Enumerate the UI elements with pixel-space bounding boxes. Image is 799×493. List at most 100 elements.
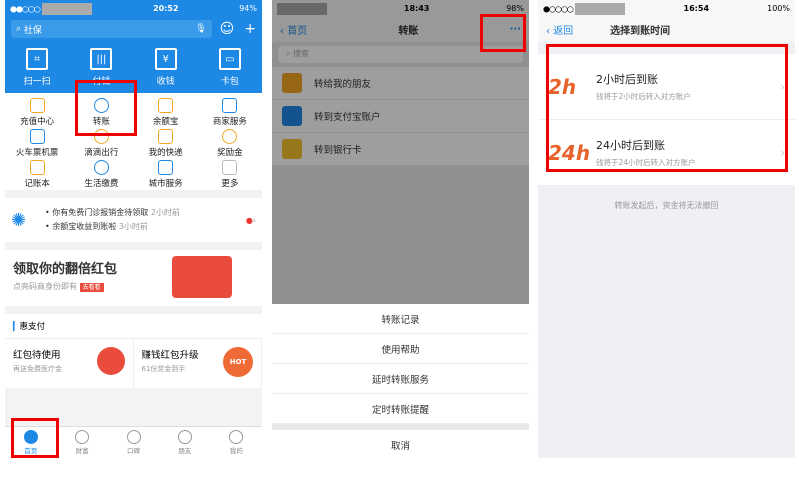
option-sub: 钱将于24小时后转入对方账户 (596, 158, 696, 167)
mascot-icon: ✺ (11, 209, 27, 231)
grid-item-ledger[interactable]: 记账本 (5, 157, 69, 189)
option-title: 24小时后到账 (596, 139, 665, 152)
building-icon (158, 160, 174, 175)
promo-card-redpacket[interactable]: 红包待使用 再送免费医疗金 (5, 339, 134, 388)
nav-bar: ‹ 返回 选择到账时间 (538, 17, 795, 42)
grid-label: 生活缴费 (84, 179, 119, 189)
contacts-icon[interactable]: ☺ (220, 21, 235, 37)
service-grid: 充值中心 转账 余额宝 商家服务 火车票机票 滴滴出行 我的快递 奖励金 记账本… (5, 93, 262, 190)
shop-icon (222, 98, 238, 113)
grid-item-more[interactable]: 更多 (198, 157, 262, 189)
ledger-icon (29, 160, 45, 175)
sheet-item-help[interactable]: 使用帮助 (272, 334, 529, 364)
carrier-redacted (575, 2, 626, 15)
grid-item-didi[interactable]: 滴滴出行 (69, 126, 133, 158)
grid-item-recharge[interactable]: 充值中心 (5, 95, 69, 127)
card-title: 红包待使用 (13, 350, 61, 361)
sheet-item-reminder[interactable]: 定时转账提醒 (272, 394, 529, 424)
search-text: 社保 (23, 25, 42, 36)
grid-item-city[interactable]: 城市服务 (134, 157, 198, 189)
grid-item-utilities[interactable]: 生活缴费 (69, 157, 133, 189)
friends-icon (177, 430, 192, 444)
tile-scan[interactable]: ⌗ 扫一扫 (10, 45, 65, 89)
grid-item-yuebao[interactable]: 余额宝 (134, 95, 198, 127)
option-title: 2小时后到账 (596, 73, 658, 86)
lightning-icon (93, 160, 109, 175)
2h-icon: 2h (548, 74, 577, 99)
search-icon: ⌕ (16, 24, 24, 34)
phone-screen-arrival-time: ●○○○○ 16:54 100% ‹ 返回 选择到账时间 2h 2小时后到账钱将… (538, 0, 795, 458)
transfer-icon (93, 98, 109, 113)
truck-icon (158, 129, 174, 144)
status-bar: ●○○○○ 16:54 100% (538, 0, 795, 17)
tab-label: 口碑 (127, 447, 141, 455)
sheet-item-records[interactable]: 转账记录 (272, 304, 529, 334)
tile-pay[interactable]: ||| 付钱 (74, 45, 129, 89)
cancel-button[interactable]: 取消 (272, 430, 529, 458)
sheet-item-delay[interactable]: 延时转账服务 (272, 364, 529, 394)
notice-time: 3小时前 (118, 222, 148, 231)
banner-button[interactable]: 去看看 (79, 283, 104, 292)
battery-level: 100% (767, 4, 790, 13)
grid-item-reward[interactable]: 奖励金 (198, 126, 262, 158)
tab-friends[interactable]: 朋友 (159, 427, 210, 458)
warning-note: 转账发起后，资金将无法撤回 (614, 201, 719, 210)
banner-sub: 点亮码商身份即有 (13, 282, 77, 291)
back-label: 返回 (553, 26, 574, 37)
redpacket-icon (96, 347, 125, 375)
notice-time: 2小时前 (150, 208, 180, 217)
carrier-signal: ●●○○○ (10, 4, 41, 13)
search-input[interactable]: ⌕ 社保 🎙 (11, 20, 212, 38)
24h-icon: 24h (548, 140, 591, 165)
tile-receive[interactable]: ¥ 收钱 (138, 45, 193, 89)
tile-label: 付钱 (92, 77, 111, 87)
mic-icon[interactable]: 🎙 (195, 24, 206, 34)
grid-item-train[interactable]: 火车票机票 (5, 126, 69, 158)
notice-text: 余额宝收益到账啦 (52, 222, 117, 231)
phone-screen-transfer: 18:43 98% ‹ 首页 转账 ··· ⌕ 搜索 转给我的朋友 转到支付宝账… (272, 0, 529, 458)
card-title: 赚钱红包升级 (141, 350, 199, 361)
train-icon (29, 129, 45, 144)
notice-card[interactable]: ✺ • 你有免费门诊报销金待领取 2小时前 • 余额宝收益到账啦 3小时前 ● › (5, 198, 262, 242)
option-24h[interactable]: 24h 24小时后到账钱将于24小时后转入对方账户 › (538, 120, 795, 186)
promo-card-upgrade[interactable]: 赚钱红包升级 61份赏金到手 HOT (134, 339, 262, 388)
tile-label: 收钱 (156, 77, 175, 87)
notice-text: 你有免费门诊报销金待领取 (52, 208, 149, 217)
chevron-right-icon: › (780, 145, 785, 160)
moneybag-icon (158, 98, 174, 113)
tab-home[interactable]: 首页 (5, 427, 56, 458)
action-sheet: 转账记录 使用帮助 延时转账服务 定时转账提醒 取消 (272, 304, 529, 458)
gift-box-image (172, 256, 232, 298)
profile-icon (229, 430, 244, 444)
tile-cards[interactable]: ▭ 卡包 (202, 45, 257, 89)
reward-icon (222, 129, 238, 144)
section-title: 惠支付 (19, 322, 46, 332)
grid-item-express[interactable]: 我的快递 (134, 126, 198, 158)
tab-label: 朋友 (178, 447, 192, 455)
tab-mine[interactable]: 我的 (211, 427, 262, 458)
status-bar: ●●○○○ 20:52 94% (5, 0, 262, 17)
phone-icon (29, 98, 45, 113)
more-grid-icon (222, 160, 238, 175)
tab-wealth[interactable]: 财富 (56, 427, 107, 458)
grid-label: 更多 (221, 179, 239, 189)
promo-banner[interactable]: 领取你的翻倍红包 点亮码商身份即有 去看看 (5, 250, 262, 306)
tab-koubei[interactable]: 口碑 (108, 427, 159, 458)
dim-overlay[interactable] (272, 0, 529, 304)
tile-label: 卡包 (220, 77, 239, 87)
option-sub: 钱将于2小时后转入对方账户 (596, 92, 691, 101)
grid-item-merchant[interactable]: 商家服务 (198, 95, 262, 127)
tab-label: 财富 (75, 447, 89, 455)
barcode-icon: ||| (90, 48, 113, 70)
battery-level: 94% (239, 4, 257, 13)
add-icon[interactable]: + (244, 21, 256, 37)
option-2h[interactable]: 2h 2小时后到账钱将于2小时后转入对方账户 › (538, 54, 795, 120)
grid-item-transfer[interactable]: 转账 (69, 95, 133, 127)
page-title: 选择到账时间 (610, 26, 671, 37)
back-button[interactable]: ‹ 返回 (546, 22, 573, 37)
chevron-right-icon: › (780, 79, 785, 94)
tab-label: 首页 (24, 447, 38, 455)
tile-label: 扫一扫 (23, 77, 51, 87)
scan-icon: ⌗ (26, 48, 49, 70)
chevron-right-icon: › (252, 215, 256, 225)
